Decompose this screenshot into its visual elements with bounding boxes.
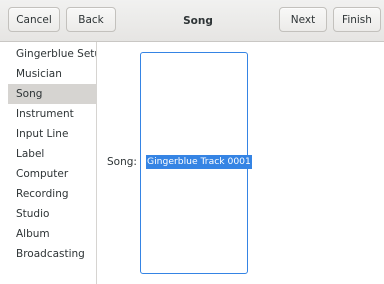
song-field-label: Song:: [107, 156, 137, 168]
sidebar-item-broadcasting[interactable]: Broadcasting: [8, 244, 96, 264]
sidebar-item-song[interactable]: Song: [8, 84, 96, 104]
sidebar-item-recording[interactable]: Recording: [8, 184, 96, 204]
page-title: Song: [183, 15, 213, 27]
sidebar-item-input-line[interactable]: Input Line: [8, 124, 96, 144]
sidebar-item-album[interactable]: Album: [8, 224, 96, 244]
header-bar: Cancel Back Song Next Finish: [0, 0, 384, 42]
sidebar-item-studio[interactable]: Studio: [8, 204, 96, 224]
finish-button[interactable]: Finish: [333, 7, 381, 32]
sidebar-item-instrument[interactable]: Instrument: [8, 104, 96, 124]
sidebar-item-gingerblue-setup[interactable]: Gingerblue Setup: [8, 44, 96, 64]
sidebar: Gingerblue Setup Musician Song Instrumen…: [8, 42, 97, 284]
assistant-window: Cancel Back Song Next Finish Gingerblue …: [0, 0, 384, 284]
song-input[interactable]: Gingerblue Track 0001: [146, 155, 252, 169]
sidebar-item-musician[interactable]: Musician: [8, 64, 96, 84]
back-button[interactable]: Back: [66, 7, 116, 32]
sidebar-item-label[interactable]: Label: [8, 144, 96, 164]
next-button[interactable]: Next: [279, 7, 327, 32]
sidebar-item-computer[interactable]: Computer: [8, 164, 96, 184]
cancel-button[interactable]: Cancel: [8, 7, 60, 32]
